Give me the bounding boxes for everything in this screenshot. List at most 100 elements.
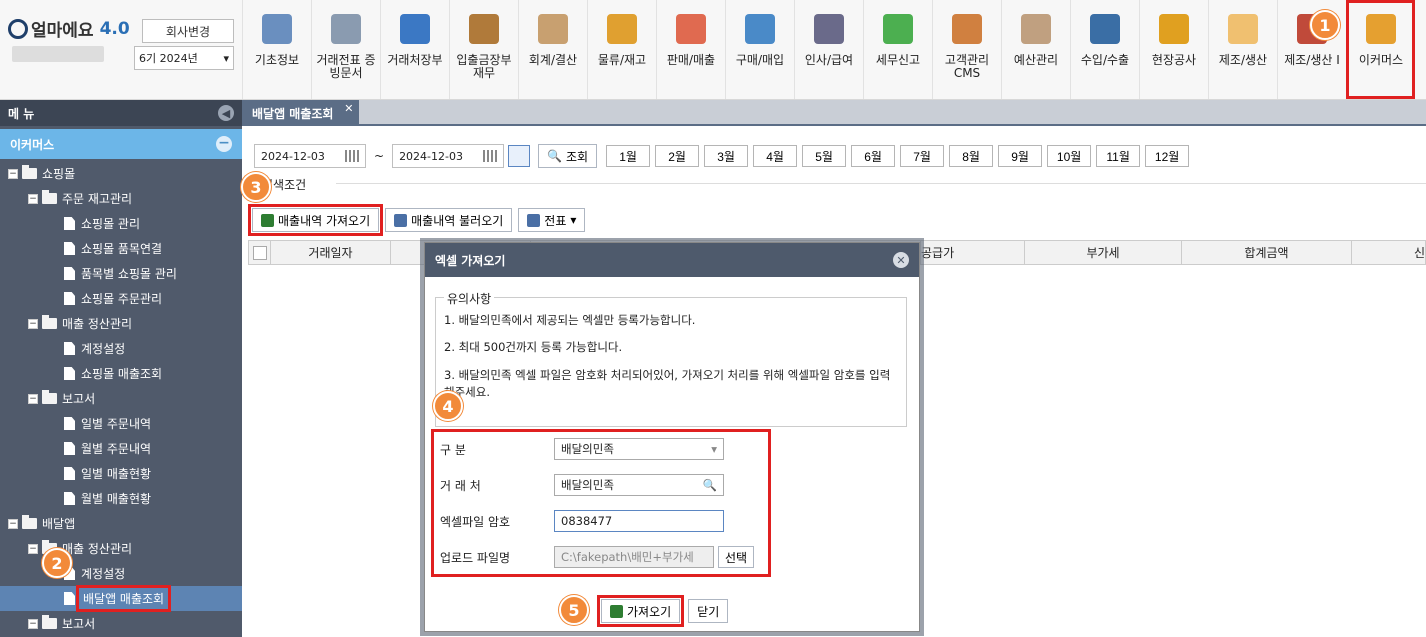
sidebar-item[interactable]: 계정설정: [0, 561, 242, 586]
menu-item-4[interactable]: 회계/결산: [518, 0, 587, 99]
month-button[interactable]: 6월: [851, 145, 896, 167]
date-from-input[interactable]: 2024-12-03: [254, 144, 366, 168]
sidebar-item[interactable]: 쇼핑몰 매출조회: [0, 361, 242, 386]
menu-item-10[interactable]: 고객관리 CMS: [932, 0, 1001, 99]
menu-item-14[interactable]: 제조/생산: [1208, 0, 1277, 99]
collapse-toggle-icon[interactable]: −: [28, 543, 38, 554]
grid-column[interactable]: 신: [1352, 241, 1425, 264]
date-to-input[interactable]: 2024-12-03: [392, 144, 505, 168]
partner-label: 거 래 처: [440, 478, 481, 493]
sidebar-item[interactable]: 계정설정: [0, 336, 242, 361]
excel-icon: [610, 604, 623, 618]
menu-icon: [883, 14, 913, 44]
select-all-checkbox[interactable]: [249, 241, 271, 264]
sidebar-item[interactable]: − 주문 재고관리: [0, 186, 242, 211]
select-file-button[interactable]: 선택: [718, 546, 755, 568]
month-button[interactable]: 4월: [753, 145, 798, 167]
sidebar-item[interactable]: − 쇼핑몰: [0, 161, 242, 186]
minus-icon[interactable]: −: [216, 136, 232, 152]
sidebar-item[interactable]: − 매출 정산관리: [0, 311, 242, 336]
sidebar-item[interactable]: 일별 매출현황: [0, 461, 242, 486]
sidebar-item[interactable]: 쇼핑몰 주문관리: [0, 286, 242, 311]
search-button[interactable]: 🔍 조회: [538, 144, 598, 168]
sidebar-item[interactable]: 쇼핑몰 관리: [0, 211, 242, 236]
menu-item-8[interactable]: 인사/급여: [794, 0, 863, 99]
category-label: 구 분: [440, 442, 466, 457]
sidebar-item[interactable]: 배달앱 매출조회: [0, 585, 242, 612]
folder-icon: [42, 190, 57, 204]
menu-item-label: 세무신고: [875, 53, 921, 67]
period-select[interactable]: 6기 2024년 ▾: [134, 46, 234, 70]
notice-line: 3. 배달의민족 엑셀 파일은 암호화 처리되어있어, 가져오기 처리를 위해 …: [444, 368, 891, 399]
month-button[interactable]: 2월: [655, 145, 700, 167]
menu-item-5[interactable]: 물류/재고: [587, 0, 656, 99]
grid-column[interactable]: 합계금액: [1182, 241, 1352, 264]
menu-item-11[interactable]: 예산관리: [1001, 0, 1070, 99]
month-button[interactable]: 12월: [1145, 145, 1190, 167]
close-icon[interactable]: ✕: [893, 252, 909, 268]
sidebar-item-label: 일별 매출현황: [81, 467, 152, 481]
month-button[interactable]: 3월: [704, 145, 749, 167]
sidebar-item[interactable]: − 보고서: [0, 386, 242, 411]
sidebar-item[interactable]: 월별 주문내역: [0, 436, 242, 461]
tab-delivery-sales[interactable]: 배달앱 매출조회 ✕: [242, 100, 360, 126]
menu-item-label: 예산관리: [1013, 53, 1059, 67]
sidebar-item[interactable]: − 매출 정산관리: [0, 536, 242, 561]
close-tab-icon[interactable]: ✕: [344, 102, 353, 115]
voucher-button[interactable]: 전표 ▾: [518, 208, 586, 232]
menu-item-12[interactable]: 수입/수출: [1070, 0, 1139, 99]
password-input[interactable]: 0838477: [554, 510, 724, 532]
month-button[interactable]: 1월: [606, 145, 651, 167]
month-button[interactable]: 10월: [1047, 145, 1092, 167]
sidebar-item[interactable]: − 배달앱: [0, 511, 242, 536]
menu-item-3[interactable]: 입출금장부 재무: [449, 0, 518, 99]
menu-item-1[interactable]: 거래전표 증빙문서: [311, 0, 380, 99]
document-icon: [64, 367, 75, 380]
month-button[interactable]: 9월: [998, 145, 1043, 167]
fetch-button[interactable]: 가져오기: [596, 595, 685, 627]
collapse-toggle-icon[interactable]: −: [28, 193, 38, 204]
sidebar-item[interactable]: 일별 주문내역: [0, 411, 242, 436]
menu-item-2[interactable]: 거래처장부: [380, 0, 449, 99]
menu-item-9[interactable]: 세무신고: [863, 0, 932, 99]
company-change-button[interactable]: 회사변경: [142, 19, 234, 43]
sidebar-item-label: 쇼핑몰: [42, 167, 76, 181]
grid-column[interactable]: 공급가: [921, 241, 1025, 264]
sidebar-category-label: 이커머스: [10, 137, 55, 152]
collapse-toggle-icon[interactable]: −: [28, 618, 38, 629]
menu-item-16[interactable]: 이커머스: [1346, 0, 1415, 99]
menu-item-label: 입출금장부 재무: [456, 53, 512, 80]
menu-item-6[interactable]: 판매/매출: [656, 0, 725, 99]
load-sales-button[interactable]: 매출내역 불러오기: [385, 208, 513, 232]
calendar-icon[interactable]: [508, 145, 531, 167]
tab-bar: 배달앱 매출조회 ✕: [242, 100, 1426, 126]
month-button[interactable]: 8월: [949, 145, 994, 167]
month-button[interactable]: 11월: [1096, 145, 1141, 167]
menu-item-label: 제조/생산: [1218, 53, 1268, 67]
grid-column[interactable]: 거래일자: [271, 241, 391, 264]
filter-row: 2024-12-03 ~ 2024-12-03 🔍 조회 1월 2월 3월 4월 5월 6월…: [254, 144, 1190, 168]
search-icon[interactable]: 🔍: [703, 478, 717, 492]
menu-item-13[interactable]: 현장공사: [1139, 0, 1208, 99]
sidebar-category[interactable]: 이커머스 −: [0, 129, 242, 159]
menu-item-7[interactable]: 구매/매입: [725, 0, 794, 99]
menu-item-0[interactable]: 기초정보: [242, 0, 311, 99]
month-button[interactable]: 7월: [900, 145, 945, 167]
collapse-toggle-icon[interactable]: −: [8, 168, 18, 179]
collapse-toggle-icon[interactable]: −: [8, 518, 18, 529]
month-button[interactable]: 5월: [802, 145, 847, 167]
collapse-sidebar-icon[interactable]: ◀: [218, 105, 234, 121]
sidebar-item[interactable]: 월별 매출현황: [0, 486, 242, 511]
sidebar-item-label: 쇼핑몰 관리: [81, 217, 141, 231]
sidebar-item[interactable]: − 보고서: [0, 611, 242, 636]
collapse-toggle-icon[interactable]: −: [28, 318, 38, 329]
collapse-toggle-icon[interactable]: −: [28, 393, 38, 404]
partner-input[interactable]: 배달의민족 🔍: [554, 474, 724, 496]
sidebar-item[interactable]: 쇼핑몰 품목연결: [0, 236, 242, 261]
import-sales-button[interactable]: 매출내역 가져오기: [247, 204, 384, 236]
close-button[interactable]: 닫기: [688, 599, 729, 623]
category-select[interactable]: 배달의민족 ▾: [554, 438, 724, 460]
import-form: 구 분 배달의민족 ▾ 거 래 처 배달의민족 🔍 엑셀파일 암호 0838477 업로드…: [431, 429, 771, 577]
grid-column[interactable]: 부가세: [1025, 241, 1182, 264]
sidebar-item[interactable]: 품목별 쇼핑몰 관리: [0, 261, 242, 286]
